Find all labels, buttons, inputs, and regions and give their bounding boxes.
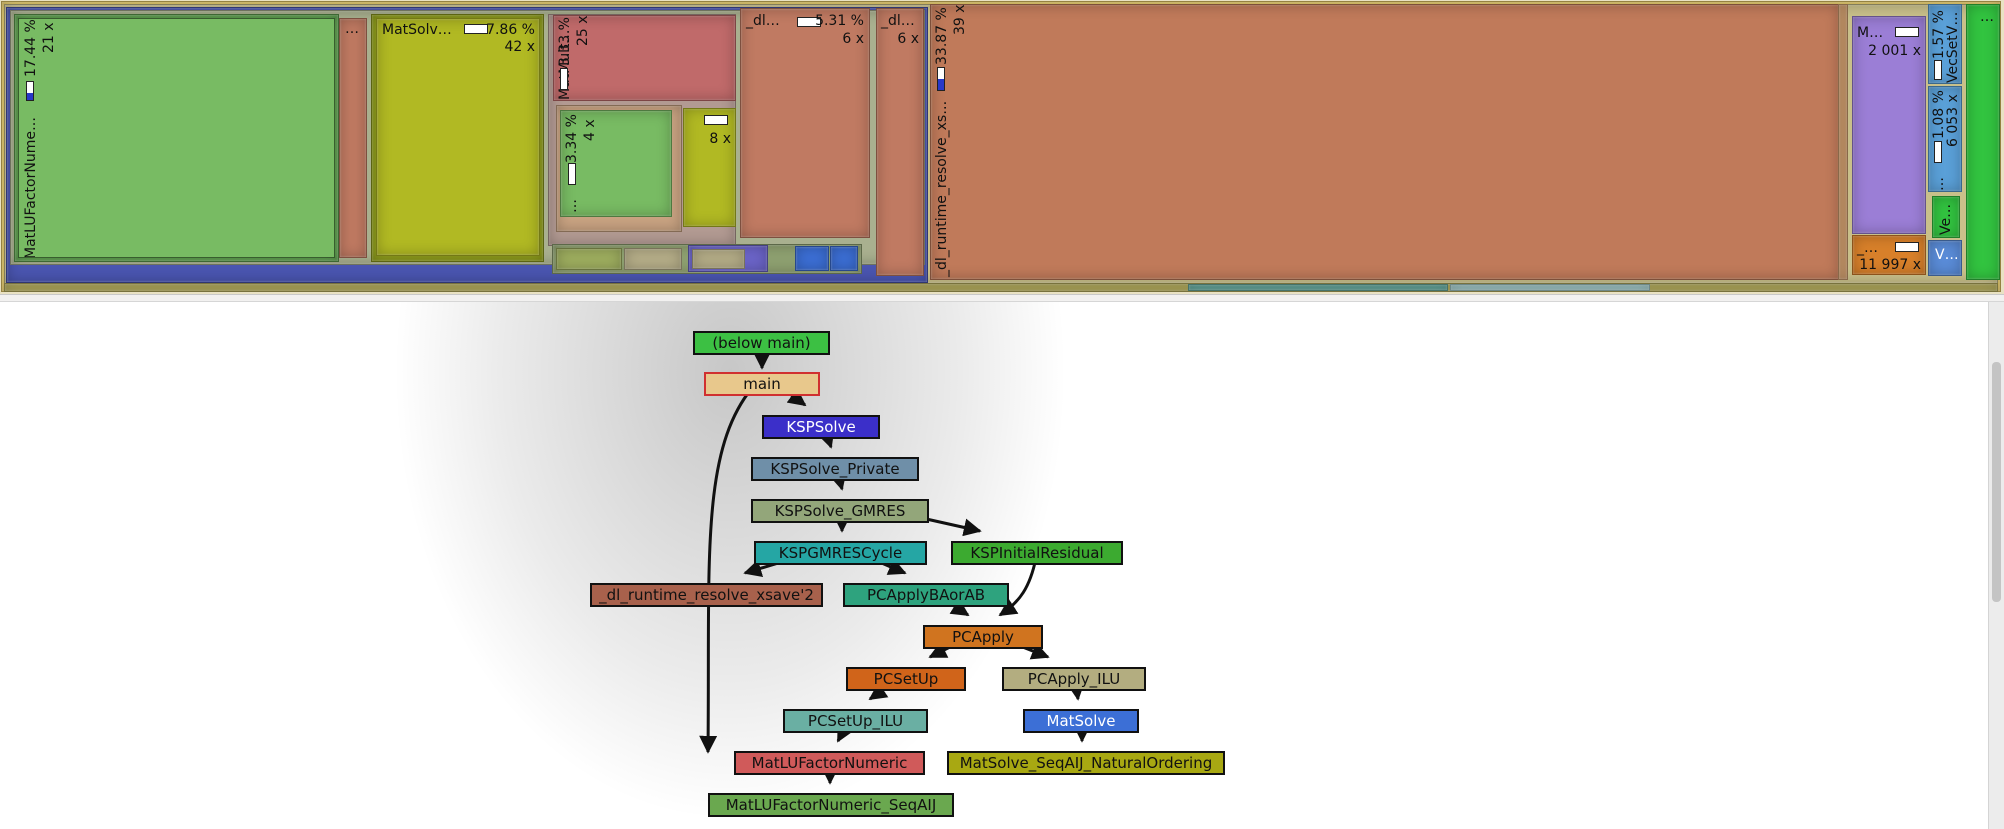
vertical-scrollbar[interactable] — [1988, 302, 2004, 829]
purple-label: M… — [1857, 25, 1884, 41]
call-graph-edges — [699, 336, 1091, 785]
treemap-block-matlufactornumeric[interactable]: MatLUFactorNume… 17.44 % 21 x — [18, 18, 335, 258]
orange-small-calls: 11 997 x — [1859, 257, 1921, 273]
matmult-calls: 25 x — [575, 15, 591, 46]
call-graph-view[interactable]: (below main) main KSPSolve KSPSolve_Priv… — [0, 302, 1988, 829]
node-kspsolve-private[interactable]: KSPSolve_Private — [751, 457, 919, 481]
ilu-calls: 4 x — [582, 119, 598, 141]
matlu-fill — [19, 19, 334, 257]
node-pcsetup-ilu[interactable]: PCSetUp_ILU — [783, 709, 928, 733]
dl-2-calls: 6 x — [897, 31, 919, 47]
vec-green-label: Ve… — [1938, 203, 1954, 235]
purple-calls: 2 001 x — [1868, 43, 1921, 59]
matsolve-cost-bar — [464, 24, 488, 34]
treemap-block-far-right[interactable]: … — [1966, 4, 2000, 280]
treemap-block-dl-runtime-resolve[interactable]: _dl_runtime_resolve_xs… 33.87 % 39 x — [930, 4, 1840, 280]
treemap-block-dl-2[interactable]: _dl… 6 x — [876, 8, 924, 276]
node-below-main[interactable]: (below main) — [693, 331, 830, 355]
treemap-block-tiny-1[interactable] — [556, 248, 622, 270]
node-kspinitialresidual[interactable]: KSPInitialResidual — [951, 541, 1123, 565]
ilu-label: … — [564, 199, 580, 213]
orange-small-label: _… — [1857, 240, 1878, 256]
node-main[interactable]: main — [704, 372, 820, 396]
treemap-bottom-strip-3[interactable] — [1450, 284, 1650, 291]
matsolve-percent: 7.86 % — [486, 22, 535, 38]
node-kspsolve[interactable]: KSPSolve — [762, 415, 880, 439]
node-dl-runtime-resolve[interactable]: _dl_runtime_resolve_xsave'2 — [590, 583, 823, 607]
matlu-label: MatLUFactorNume… — [23, 117, 39, 258]
node-matlufactornumeric[interactable]: MatLUFactorNumeric — [734, 751, 925, 775]
ilu-percent: 3.34 % — [564, 114, 580, 163]
treemap-block-purple[interactable]: M… 2 001 x — [1852, 16, 1926, 234]
treemap-block-vec-mid[interactable]: 1.08 % 6 053 x … — [1928, 86, 1962, 192]
treemap-block-tiny-6[interactable] — [830, 246, 858, 271]
node-pcapply[interactable]: PCApply — [923, 625, 1043, 649]
orange-small-cost-bar — [1895, 242, 1919, 252]
pane-splitter[interactable] — [0, 294, 2004, 302]
dl-1-percent: 5.31 % — [815, 13, 864, 29]
matlu-calls: 21 x — [41, 22, 57, 53]
treemap-bottom-strip-2[interactable] — [1188, 284, 1448, 291]
treemap-block-dl-1[interactable]: _dl… 5.31 % 6 x — [740, 8, 870, 238]
node-matsolve-seqaij-naturalordering[interactable]: MatSolve_SeqAIJ_NaturalOrdering — [947, 751, 1225, 775]
treemap-block-matsolve[interactable]: MatSolv… 7.86 % 42 x — [376, 18, 540, 256]
vec-mid-cost-bar — [1934, 141, 1942, 163]
treemap-view[interactable]: MatLUFactorNume… 17.44 % 21 x … MatSolv…… — [0, 0, 2004, 294]
node-kspsolve-gmres[interactable]: KSPSolve_GMRES — [751, 499, 929, 523]
treemap-block-small-1[interactable]: … — [339, 18, 367, 258]
dl-1-label: _dl… — [746, 13, 780, 29]
node-kspgmrescycle[interactable]: KSPGMRESCycle — [754, 541, 927, 565]
dl-big-label: _dl_runtime_resolve_xs… — [934, 100, 950, 277]
treemap-block-tiny-4[interactable] — [692, 249, 745, 269]
dl-big-cost-bar — [937, 67, 945, 91]
purple-cost-bar — [1895, 27, 1919, 37]
node-matsolve[interactable]: MatSolve — [1023, 709, 1139, 733]
dl-2-label: _dl… — [881, 13, 915, 29]
vec-bottom-label: V… — [1935, 247, 1959, 263]
small-yellow-calls: 8 x — [709, 131, 731, 147]
far-right-label: … — [1980, 9, 1994, 25]
dl-1-calls: 6 x — [842, 31, 864, 47]
scrollbar-thumb[interactable] — [1992, 362, 2001, 602]
small-1-label: … — [345, 21, 359, 37]
vec-top-cost-bar — [1934, 60, 1942, 80]
dl-big-percent: 33.87 % — [934, 7, 950, 65]
vec-top-percent: 1.57 % — [1931, 10, 1947, 59]
treemap-block-tiny-5[interactable] — [795, 246, 829, 271]
treemap-block-small-yellow[interactable]: 8 x — [683, 108, 736, 227]
treemap-block-thin-strip[interactable] — [1838, 4, 1848, 280]
treemap-block-ilu-inner[interactable]: … 3.34 % 4 x — [560, 110, 672, 217]
matsolve-calls: 42 x — [504, 39, 535, 55]
dl-big-calls: 39 x — [952, 4, 968, 35]
treemap-bottom-strip[interactable] — [4, 283, 1998, 292]
treemap-block-tiny-2[interactable] — [624, 248, 682, 270]
matlu-cost-bar — [26, 81, 34, 101]
matmult-cost-bar — [560, 68, 568, 90]
vec-mid-label: … — [1931, 177, 1947, 191]
matlu-percent: 17.44 % — [23, 19, 39, 77]
node-pcapplybaorab[interactable]: PCApplyBAorAB — [843, 583, 1009, 607]
matsolve-label: MatSolv… — [382, 22, 452, 38]
node-pcsetup[interactable]: PCSetUp — [846, 667, 966, 691]
small-yellow-cost-bar — [704, 115, 728, 125]
node-matlufactornumeric-seqaij[interactable]: MatLUFactorNumeric_SeqAIJ — [708, 793, 954, 817]
node-pcapply-ilu[interactable]: PCApply_ILU — [1002, 667, 1146, 691]
treemap-block-vec-green[interactable]: Ve… — [1932, 196, 1960, 238]
treemap-block-matmult[interactable]: MatMult… 3.33 % 25 x — [553, 15, 736, 101]
edge-main-to-dl-resolve — [699, 387, 754, 754]
vec-top-label: VecSetV… — [1945, 11, 1961, 83]
treemap-block-vec-top[interactable]: VecSetV… 1.57 % — [1928, 4, 1962, 84]
treemap-block-orange-small[interactable]: _… 11 997 x — [1852, 235, 1926, 275]
vec-mid-calls: 6 053 x — [1945, 94, 1961, 147]
treemap-block-vec-bottom[interactable]: V… — [1928, 240, 1962, 276]
matmult-percent: 3.33 % — [557, 17, 573, 66]
ilu-cost-bar — [568, 163, 576, 185]
